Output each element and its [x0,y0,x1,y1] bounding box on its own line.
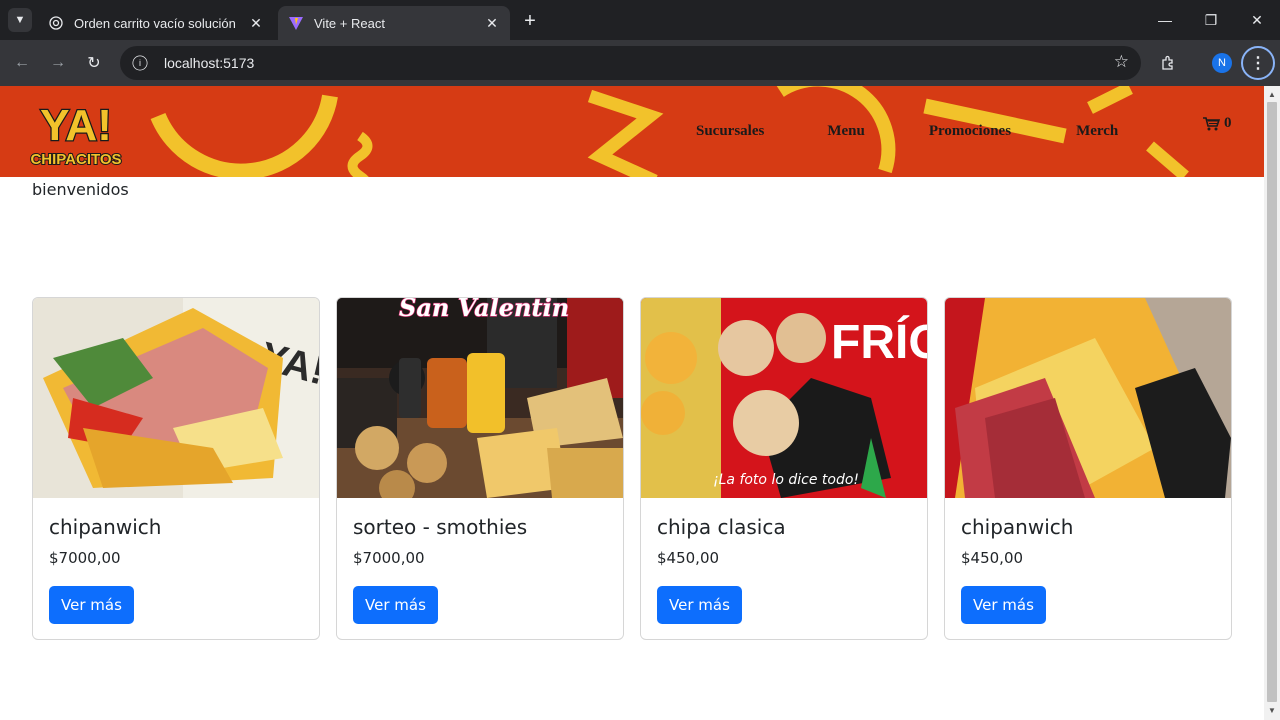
site-info-icon[interactable]: i [132,55,148,71]
cart-count: 0 [1224,115,1232,131]
address-bar[interactable]: i localhost:5173 ☆ [120,46,1141,80]
minimize-button[interactable]: — [1142,0,1188,40]
svg-text:FRÍO: FRÍO [831,315,927,369]
logo-text-bottom: CHIPACITOS [30,151,121,168]
vite-icon [288,15,304,31]
browser-tab-bar: ▼ Orden carrito vacío solución ✕ Vite + … [0,0,1280,40]
nav-menu[interactable]: Menu [827,123,865,140]
new-tab-button[interactable]: + [518,9,542,33]
profile-avatar[interactable]: N [1212,53,1232,73]
bookmark-star-icon[interactable]: ☆ [1114,52,1129,72]
extensions-icon[interactable] [1155,50,1181,76]
scroll-up-icon[interactable]: ▲ [1268,90,1276,99]
product-title[interactable]: chipanwich [49,515,161,539]
tab-title: Vite + React [314,15,385,31]
restore-button[interactable]: ❐ [1188,0,1234,40]
welcome-text: bienvenidos [32,180,129,199]
product-image: San Valentin [337,298,623,498]
cart-widget[interactable]: 0 [1202,115,1232,132]
ver-mas-button[interactable]: Ver más [353,586,438,624]
browser-toolbar: ← → ↻ i localhost:5173 ☆ N ⋮ [0,40,1280,86]
site-header: YA! CHIPACITOS Sucursales Menu Promocion… [0,86,1264,177]
product-card: YA! YA! chipanwich $7000,00 Ver más [32,297,320,640]
globe-icon [48,15,64,31]
ver-mas-button[interactable]: Ver más [49,586,134,624]
product-price: $7000,00 [49,549,121,567]
product-image [945,298,1231,498]
close-icon[interactable]: ✕ [248,15,264,31]
url-text[interactable]: localhost:5173 [164,55,254,71]
ver-mas-button[interactable]: Ver más [961,586,1046,624]
scroll-thumb[interactable] [1267,102,1277,702]
product-card: chipanwich $450,00 Ver más [944,297,1232,640]
logo-text-top: YA! [40,101,112,150]
nav-promociones[interactable]: Promociones [929,123,1011,140]
scroll-down-icon[interactable]: ▼ [1268,706,1276,715]
page-viewport: YA! CHIPACITOS Sucursales Menu Promocion… [0,86,1264,720]
close-icon[interactable]: ✕ [484,15,500,31]
nav-sucursales[interactable]: Sucursales [696,123,764,140]
product-price: $450,00 [961,549,1024,567]
site-nav: Sucursales Menu Promociones Merch [660,86,1118,177]
product-title[interactable]: sorteo - smothies [353,515,527,539]
nav-merch[interactable]: Merch [1076,123,1118,140]
forward-arrow-icon[interactable]: → [45,50,71,76]
product-price: $450,00 [657,549,720,567]
reload-icon[interactable]: ↻ [81,50,107,76]
cart-icon [1203,116,1220,130]
product-image: FRÍO ¡La foto lo dice todo! [641,298,927,498]
product-price: $7000,00 [353,549,425,567]
tab-search-button[interactable]: ▼ [8,8,32,32]
menu-dots-icon[interactable]: ⋮ [1241,46,1275,80]
site-logo[interactable]: YA! CHIPACITOS [26,94,126,170]
product-card: San Valentin sorteo - smothies $7000,00 … [336,297,624,640]
window-close-button[interactable]: ✕ [1234,0,1280,40]
back-arrow-icon[interactable]: ← [9,50,35,76]
product-title[interactable]: chipa clasica [657,515,786,539]
product-title[interactable]: chipanwich [961,515,1073,539]
image-caption: San Valentin [399,298,569,322]
tab-title: Orden carrito vacío solución [74,15,236,31]
tab-vite-react[interactable]: Vite + React ✕ [278,6,510,40]
product-card: FRÍO ¡La foto lo dice todo! chipa clasic… [640,297,928,640]
tab-orden-carrito[interactable]: Orden carrito vacío solución ✕ [38,6,274,40]
product-image: YA! YA! [33,298,319,498]
page-scrollbar[interactable]: ▲ ▼ [1264,86,1280,720]
image-caption: ¡La foto lo dice todo! [713,472,859,488]
ver-mas-button[interactable]: Ver más [657,586,742,624]
